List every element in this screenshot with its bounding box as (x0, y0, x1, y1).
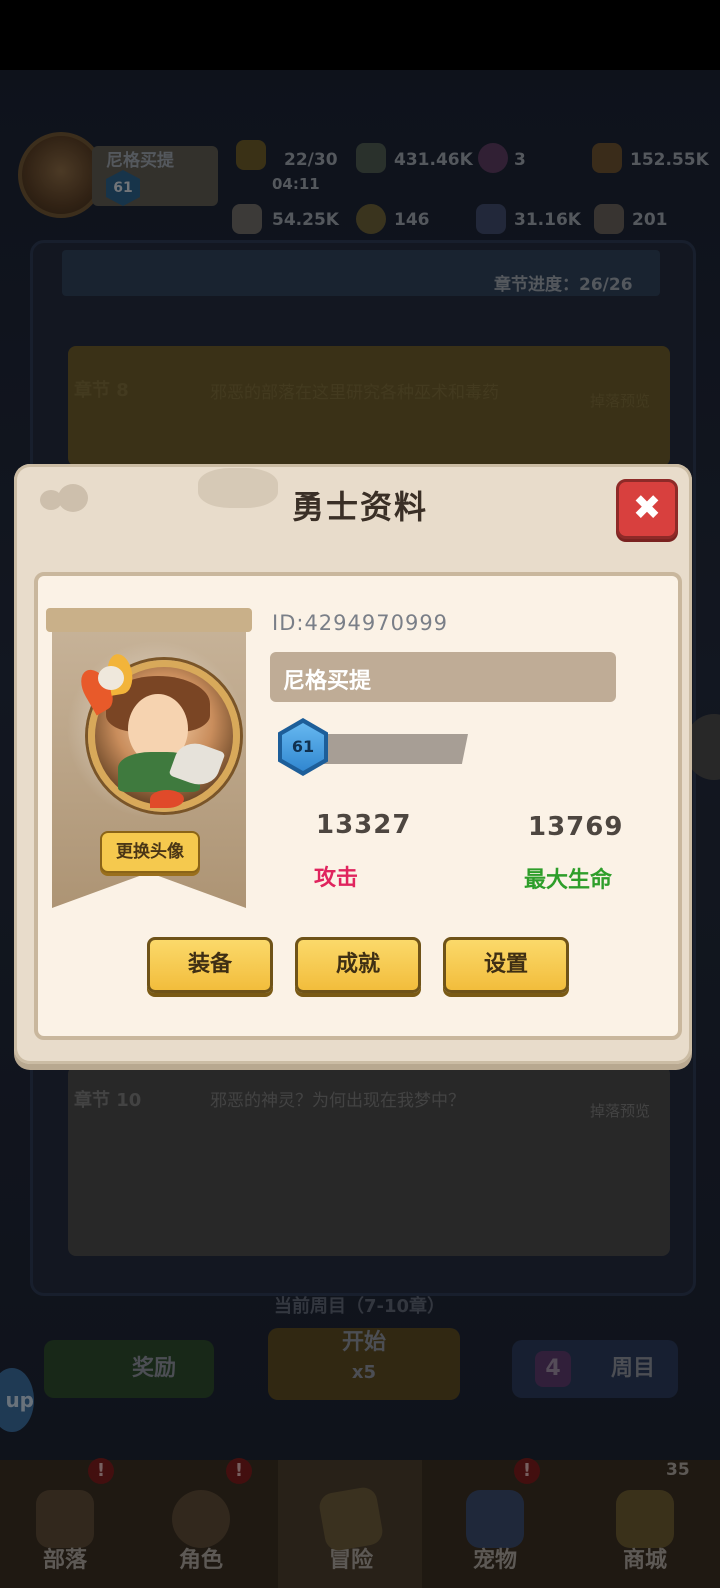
feather-decoration (150, 790, 184, 808)
player-name: 尼格买提 (283, 669, 372, 694)
attack-value: 13327 (316, 810, 412, 840)
close-icon: ✖ (632, 488, 662, 528)
achievement-button[interactable]: 成就 (295, 937, 421, 993)
close-button[interactable]: ✖ (616, 479, 678, 539)
attack-label: 攻击 (314, 866, 359, 891)
hp-value: 13769 (528, 812, 624, 842)
settings-button[interactable]: 设置 (443, 937, 569, 993)
equip-button[interactable]: 装备 (147, 937, 273, 993)
xp-bar (316, 734, 468, 764)
hp-label: 最大生命 (524, 868, 613, 893)
skull-icon (98, 666, 124, 690)
change-avatar-button[interactable]: 更换头像 (100, 831, 200, 873)
player-id: ID:4294970999 (272, 611, 449, 635)
dialog-title: 勇士资料 (291, 488, 428, 526)
banner-rod (46, 608, 252, 632)
